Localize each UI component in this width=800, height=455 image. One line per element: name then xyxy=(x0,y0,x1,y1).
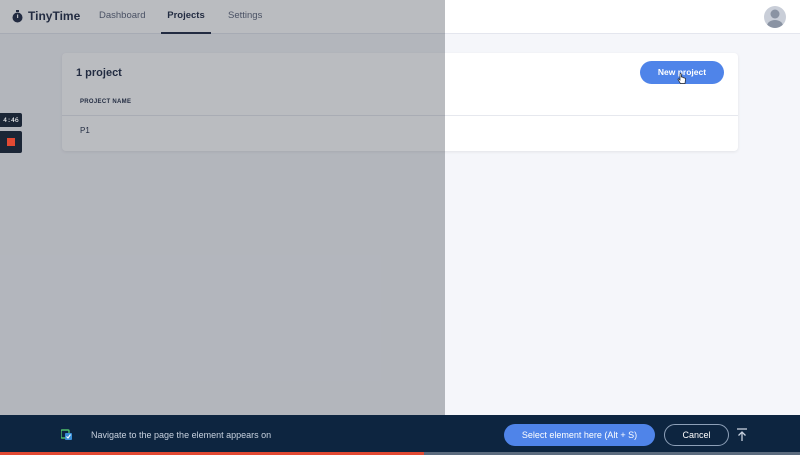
recording-timer: 4:46 xyxy=(0,113,22,127)
stop-icon xyxy=(7,138,15,146)
scroll-to-top-icon[interactable] xyxy=(736,428,748,442)
element-picker-bar: Navigate to the page the element appears… xyxy=(0,415,800,455)
hand-pointer-cursor-icon xyxy=(677,73,686,84)
picker-app-icon xyxy=(61,429,72,440)
select-element-button[interactable]: Select element here (Alt + S) xyxy=(504,424,655,446)
picker-instruction: Navigate to the page the element appears… xyxy=(91,430,272,440)
stop-recording-button[interactable] xyxy=(0,131,22,153)
element-picker-dim-overlay xyxy=(0,0,445,415)
user-avatar-icon xyxy=(767,9,783,28)
avatar[interactable] xyxy=(764,6,786,28)
cancel-button[interactable]: Cancel xyxy=(664,424,729,446)
